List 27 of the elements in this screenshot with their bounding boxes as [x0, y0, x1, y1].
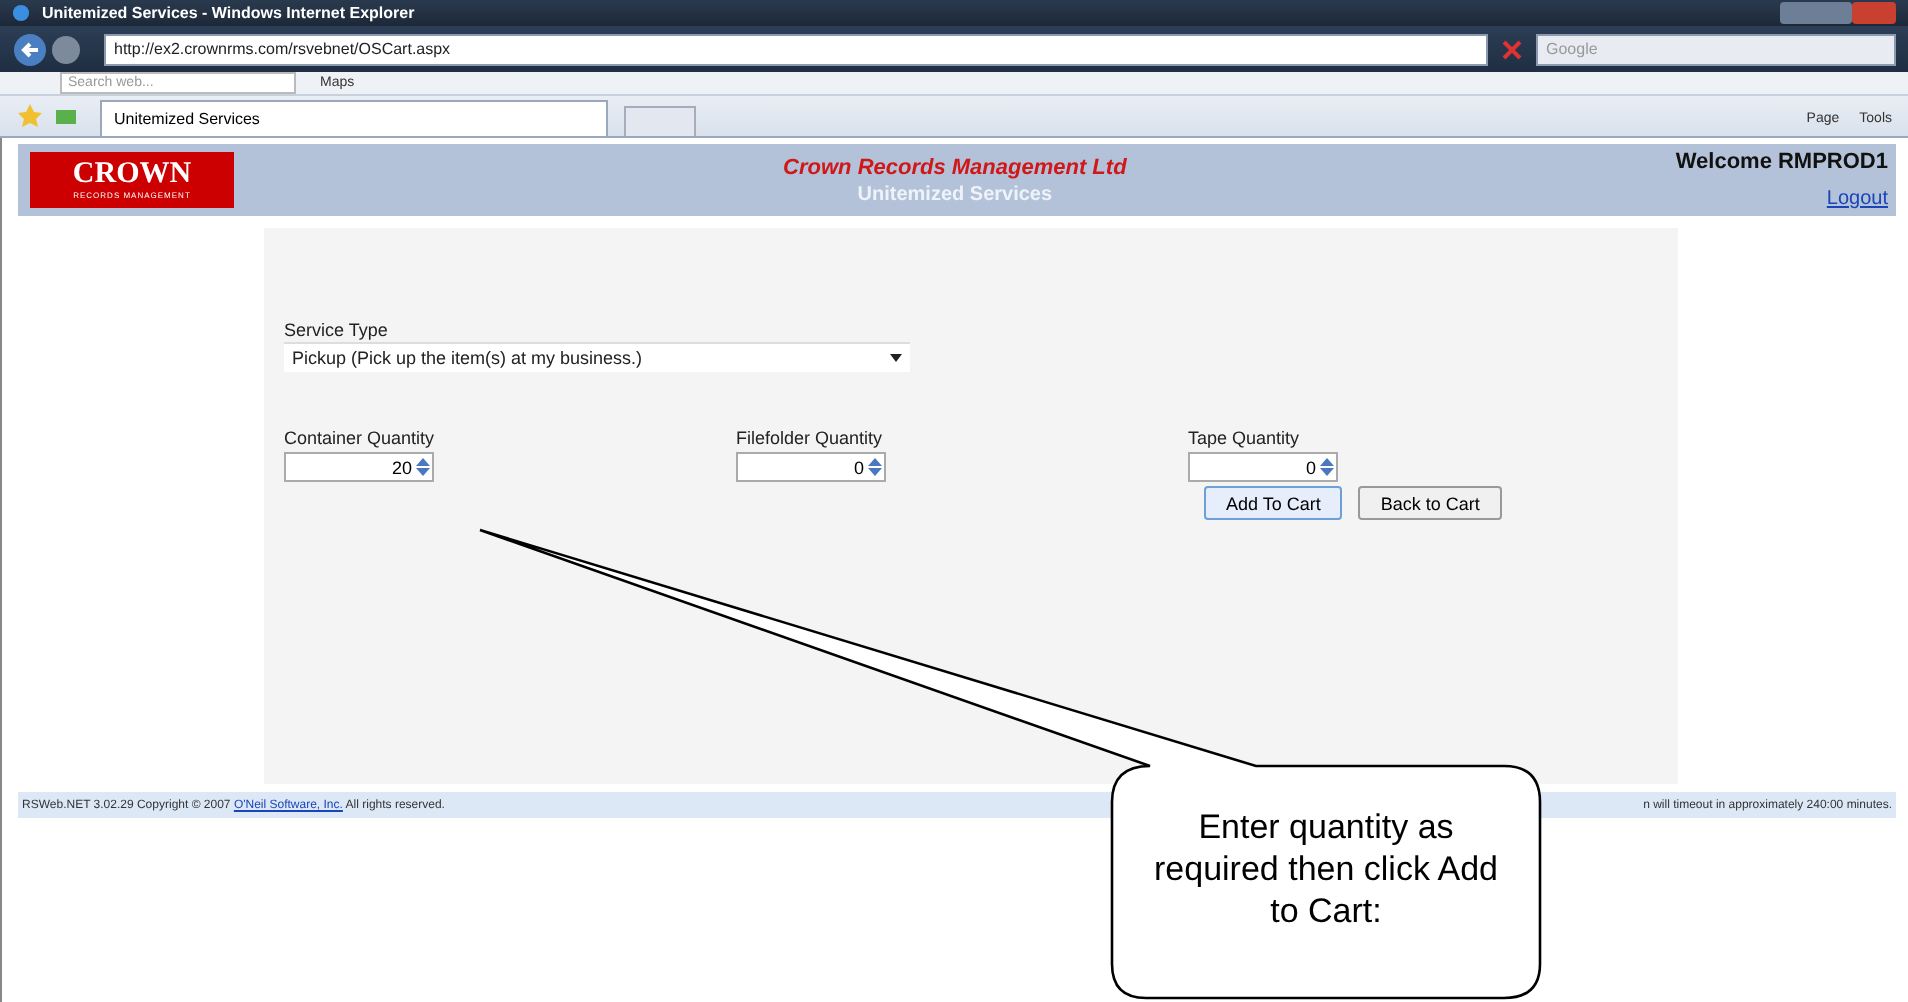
browser-tab[interactable]: Unitemized Services	[100, 100, 608, 136]
field-label: Container Quantity	[284, 428, 437, 448]
stop-icon[interactable]	[1500, 37, 1524, 61]
quantity-spinner[interactable]: 20	[284, 452, 434, 482]
cart-button[interactable]: Add To Cart	[1204, 486, 1343, 520]
company-name: Crown Records Management Ltd	[783, 156, 1127, 180]
window-title: Unitemized Services - Windows Internet Explorer	[42, 4, 417, 22]
callout-text: Enter quantity as required then click Add to Cart:	[1152, 806, 1500, 932]
browser-icon	[12, 4, 30, 22]
spinner-arrows-icon	[1320, 456, 1334, 478]
service-type-dropdown[interactable]: Pickup (Pick up the item(s) at my business.)	[284, 342, 910, 372]
spinner-arrows-icon	[868, 456, 882, 478]
new-tab-button[interactable]	[624, 106, 696, 136]
logout-link[interactable]: Logout	[1826, 188, 1888, 210]
page-title: Unitemized Services	[857, 184, 1053, 206]
quantity-spinner[interactable]: 0	[736, 452, 886, 482]
welcome-text: Welcome RMPROD1	[1675, 150, 1888, 174]
spinner-arrows-icon	[416, 456, 430, 478]
address-field[interactable]: http://ex2.crownrms.com/rsvebnet/OSCart.aspx	[104, 33, 1488, 65]
field-label: Service Type	[284, 320, 390, 340]
logo-text: CROWN	[72, 160, 192, 190]
field-label: Filefolder Quantity	[736, 428, 885, 448]
cart-button[interactable]: Back to Cart	[1358, 486, 1502, 520]
caret-icon	[890, 354, 902, 362]
quantity-spinner[interactable]: 0	[1188, 452, 1338, 482]
window-controls-icon[interactable]	[1780, 2, 1896, 24]
field-label: Tape Quantity	[1188, 428, 1302, 448]
